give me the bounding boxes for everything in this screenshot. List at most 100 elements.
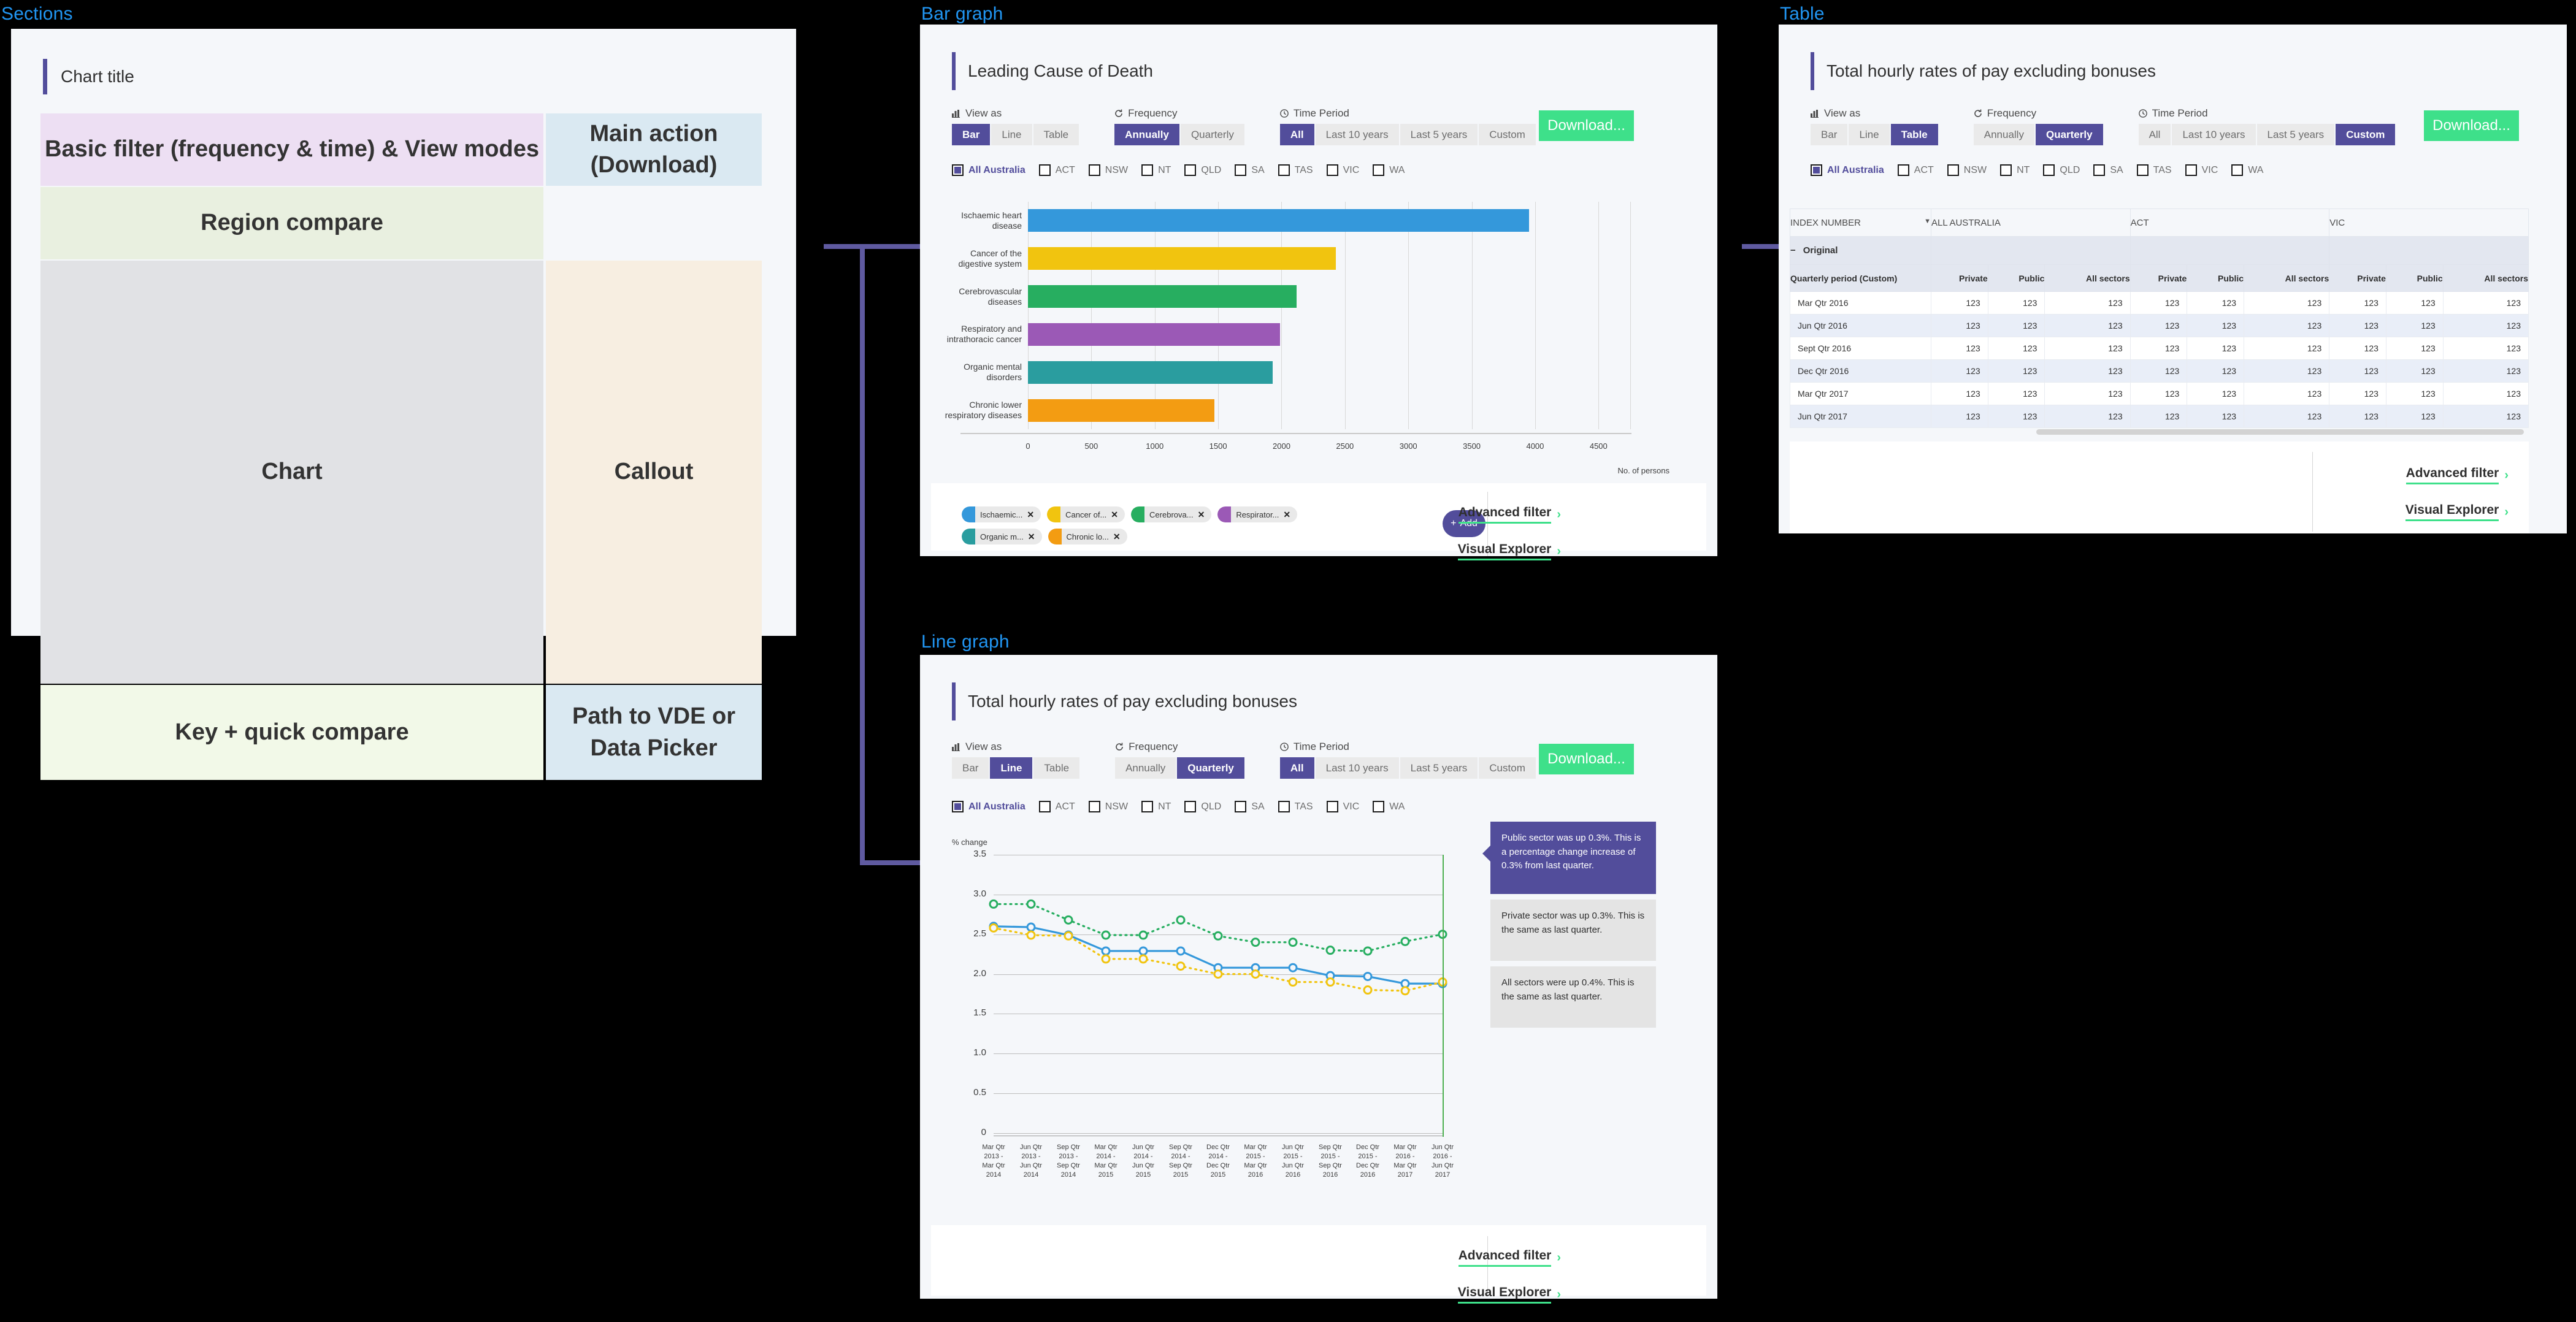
visual-explorer-link[interactable]: Visual Explorer › <box>1408 542 1561 560</box>
checkbox-box[interactable] <box>2136 164 2149 176</box>
time-period-last10-button[interactable]: Last 10 years <box>1315 124 1400 145</box>
time-period-last10-button[interactable]: Last 10 years <box>2172 124 2257 145</box>
frequency-annually-button[interactable]: Annually <box>1114 124 1181 145</box>
checkbox-box[interactable] <box>1235 801 1247 812</box>
checkbox-box[interactable] <box>1038 801 1051 812</box>
time-period-last5-button[interactable]: Last 5 years <box>1400 757 1479 779</box>
checkbox-box[interactable] <box>1811 164 1822 176</box>
checkbox-box[interactable] <box>1278 164 1290 176</box>
view-as-segmented[interactable]: Bar Line Table <box>952 757 1080 779</box>
bar[interactable] <box>1028 323 1281 346</box>
bar[interactable] <box>1028 247 1336 270</box>
minus-icon[interactable]: − <box>1790 245 1796 256</box>
time-period-all-button[interactable]: All <box>1279 757 1316 779</box>
close-icon[interactable]: ✕ <box>1111 510 1125 520</box>
region-checkbox-nt[interactable]: NT <box>1141 801 1171 812</box>
checkbox-box[interactable] <box>1897 164 1909 176</box>
view-as-segmented[interactable]: Bar Line Table <box>952 124 1079 145</box>
checkbox-box[interactable] <box>1184 801 1197 812</box>
time-period-last5-button[interactable]: Last 5 years <box>1400 124 1479 145</box>
time-period-all-button[interactable]: All <box>2138 124 2172 145</box>
bar[interactable] <box>1028 285 1297 308</box>
legend-chip[interactable]: Respirator... ✕ <box>1217 506 1298 522</box>
region-checkbox-vic[interactable]: VIC <box>2185 164 2218 176</box>
close-icon[interactable]: ✕ <box>1283 510 1297 520</box>
index-number-select[interactable]: INDEX NUMBER ▼ <box>1790 208 1931 237</box>
time-period-segmented[interactable]: All Last 10 years Last 5 years Custom <box>2138 124 2396 145</box>
view-as-line-button[interactable]: Line <box>990 757 1034 779</box>
region-checkbox-act[interactable]: ACT <box>1038 801 1075 812</box>
checkbox-box[interactable] <box>1947 164 1959 176</box>
chevron-down-icon[interactable]: ▼ <box>1924 218 1931 225</box>
table-group-row[interactable]: − Original <box>1790 236 2529 265</box>
region-checkbox-all-australia[interactable]: All Australia <box>952 801 1025 812</box>
region-checkbox-sa[interactable]: SA <box>2093 164 2123 176</box>
checkbox-box[interactable] <box>1373 801 1385 812</box>
region-checkbox-wa[interactable]: WA <box>1373 164 1405 176</box>
time-period-all-button[interactable]: All <box>1279 124 1316 145</box>
time-period-custom-button[interactable]: Custom <box>1479 757 1536 779</box>
frequency-quarterly-button[interactable]: Quarterly <box>2035 124 2103 145</box>
advanced-filter-link[interactable]: Advanced filter › <box>1408 1248 1561 1267</box>
frequency-segmented[interactable]: Annually Quarterly <box>1115 757 1244 779</box>
checkbox-box[interactable] <box>952 801 964 812</box>
time-period-last10-button[interactable]: Last 10 years <box>1315 757 1400 779</box>
region-checkbox-all-australia[interactable]: All Australia <box>1811 164 1884 176</box>
view-as-bar-button[interactable]: Bar <box>1811 124 1849 145</box>
visual-explorer-link[interactable]: Visual Explorer › <box>2331 503 2509 521</box>
legend-chip[interactable]: Organic m... ✕ <box>962 529 1042 544</box>
time-period-custom-button[interactable]: Custom <box>2336 124 2396 145</box>
download-button[interactable]: Download... <box>1539 110 1634 141</box>
region-checkbox-qld[interactable]: QLD <box>1184 801 1221 812</box>
legend-chip[interactable]: Ischaemic... ✕ <box>962 506 1041 522</box>
close-icon[interactable]: ✕ <box>1027 510 1041 520</box>
view-as-table-button[interactable]: Table <box>1033 124 1079 145</box>
legend-chip[interactable]: Chronic lo... ✕ <box>1048 529 1127 544</box>
checkbox-box[interactable] <box>1326 164 1338 176</box>
table-horizontal-scrollbar[interactable] <box>2036 429 2524 435</box>
checkbox-box[interactable] <box>2231 164 2244 176</box>
frequency-segmented[interactable]: Annually Quarterly <box>1114 124 1244 145</box>
checkbox-box[interactable] <box>1088 164 1100 176</box>
legend-chip[interactable]: Cancer of... ✕ <box>1047 506 1125 522</box>
advanced-filter-link[interactable]: Advanced filter › <box>1408 505 1561 524</box>
group-toggle-original[interactable]: − Original <box>1790 236 1931 265</box>
checkbox-box[interactable] <box>2043 164 2055 176</box>
region-checkbox-sa[interactable]: SA <box>1235 164 1265 176</box>
region-checkbox-tas[interactable]: TAS <box>2136 164 2172 176</box>
checkbox-box[interactable] <box>1326 801 1338 812</box>
view-as-bar-button[interactable]: Bar <box>952 757 991 779</box>
region-checkbox-wa[interactable]: WA <box>2231 164 2263 176</box>
advanced-filter-link[interactable]: Advanced filter › <box>2331 466 2509 484</box>
checkbox-box[interactable] <box>1235 164 1247 176</box>
checkbox-box[interactable] <box>952 164 964 176</box>
time-period-custom-button[interactable]: Custom <box>1479 124 1536 145</box>
region-checkbox-all-australia[interactable]: All Australia <box>952 164 1025 176</box>
close-icon[interactable]: ✕ <box>1198 510 1212 520</box>
checkbox-box[interactable] <box>1373 164 1385 176</box>
close-icon[interactable]: ✕ <box>1028 532 1042 542</box>
checkbox-box[interactable] <box>1141 164 1154 176</box>
checkbox-box[interactable] <box>1278 801 1290 812</box>
region-checkbox-nsw[interactable]: NSW <box>1088 801 1128 812</box>
region-checkbox-wa[interactable]: WA <box>1373 801 1405 812</box>
download-button[interactable]: Download... <box>1539 744 1634 774</box>
bar[interactable] <box>1028 399 1214 422</box>
region-checkbox-qld[interactable]: QLD <box>1184 164 1221 176</box>
region-checkbox-tas[interactable]: TAS <box>1278 801 1313 812</box>
region-checkbox-qld[interactable]: QLD <box>2043 164 2080 176</box>
region-checkbox-sa[interactable]: SA <box>1235 801 1265 812</box>
frequency-annually-button[interactable]: Annually <box>1115 757 1178 779</box>
region-checkbox-nt[interactable]: NT <box>1141 164 1171 176</box>
visual-explorer-link[interactable]: Visual Explorer › <box>1408 1285 1561 1304</box>
checkbox-box[interactable] <box>1141 801 1154 812</box>
download-button[interactable]: Download... <box>2424 110 2519 141</box>
legend-chip[interactable]: Cerebrova... ✕ <box>1131 506 1212 522</box>
checkbox-box[interactable] <box>2093 164 2106 176</box>
time-period-segmented[interactable]: All Last 10 years Last 5 years Custom <box>1279 757 1536 779</box>
bar[interactable] <box>1028 209 1529 232</box>
view-as-segmented[interactable]: Bar Line Table <box>1811 124 1938 145</box>
frequency-annually-button[interactable]: Annually <box>1973 124 2036 145</box>
bar[interactable] <box>1028 361 1273 384</box>
checkbox-box[interactable] <box>1088 801 1100 812</box>
